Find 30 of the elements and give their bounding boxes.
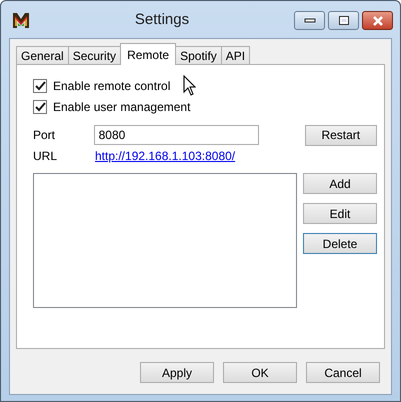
restart-button[interactable]: Restart bbox=[304, 124, 377, 146]
dialog-button[interactable]: OK bbox=[223, 362, 297, 383]
maximize-button[interactable] bbox=[328, 11, 359, 30]
list-button[interactable]: Delete bbox=[303, 233, 377, 254]
port-field[interactable]: 8080 bbox=[94, 125, 259, 145]
close-button[interactable] bbox=[362, 11, 393, 30]
checkbox[interactable] bbox=[33, 79, 47, 93]
checkbox-label: Enable remote control bbox=[53, 79, 170, 93]
minimize-icon bbox=[304, 18, 316, 24]
list-button[interactable]: Edit bbox=[303, 203, 377, 224]
tab[interactable]: Spotify bbox=[175, 46, 222, 64]
minimize-button[interactable] bbox=[294, 11, 325, 30]
app-logo-icon bbox=[12, 10, 30, 28]
url-label: URL bbox=[33, 149, 58, 163]
list-button[interactable]: Add bbox=[303, 173, 377, 194]
tab[interactable]: API bbox=[220, 46, 250, 64]
dialog-button[interactable]: Cancel bbox=[306, 362, 380, 383]
checkbox-label: Enable user management bbox=[53, 100, 190, 114]
checkbox[interactable] bbox=[33, 100, 47, 114]
dialog-button[interactable]: Apply bbox=[140, 362, 214, 383]
close-icon bbox=[372, 16, 384, 26]
port-label: Port bbox=[33, 128, 56, 142]
tab[interactable]: Remote bbox=[120, 43, 176, 65]
window-title: Settings bbox=[134, 11, 190, 28]
list-box[interactable] bbox=[33, 173, 297, 308]
mouse-pointer-icon bbox=[183, 75, 196, 96]
url-link[interactable]: http://192.168.1.103:8080/ bbox=[95, 149, 236, 163]
tab[interactable]: General bbox=[16, 46, 69, 64]
tab[interactable]: Security bbox=[68, 46, 122, 64]
maximize-icon bbox=[338, 16, 348, 25]
